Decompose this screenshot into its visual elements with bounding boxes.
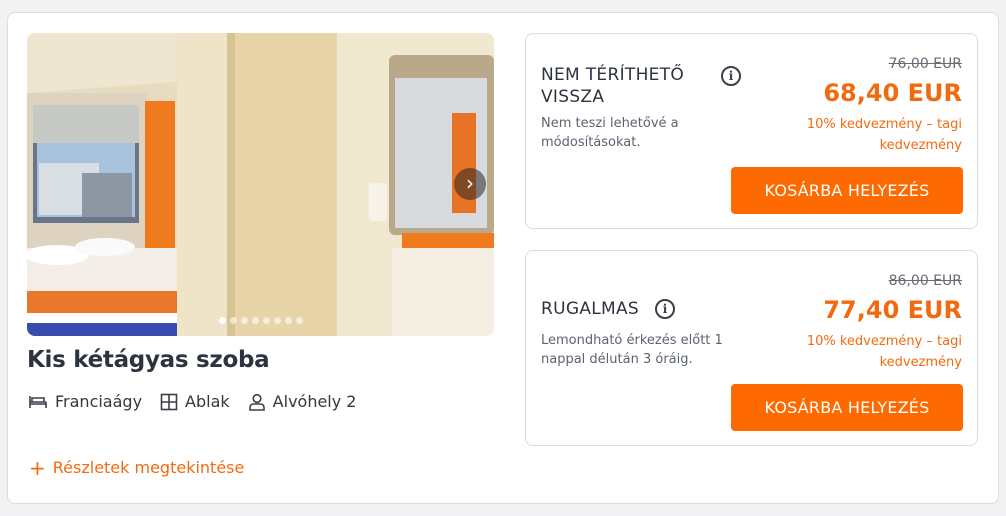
add-to-cart-button[interactable]: KOSÁRBA HELYEZÉS: [731, 384, 963, 431]
rate-name-line2: VISSZA: [541, 87, 605, 107]
view-details-label: Részletek megtekintése: [52, 458, 245, 477]
room-photo[interactable]: [27, 33, 494, 336]
discount-line2: kedvezmény: [879, 355, 962, 370]
gallery-dot[interactable]: [218, 317, 226, 324]
discounted-price: 68,40 EUR: [823, 79, 962, 107]
amenity-sleeps: Alvóhely 2: [248, 392, 357, 411]
amenity-bed: Franciaágy: [28, 392, 142, 411]
amenities-list: Franciaágy Ablak Alvóhely 2: [28, 392, 374, 411]
bed-icon: [29, 395, 47, 408]
amenity-label: Franciaágy: [55, 392, 143, 411]
rate-description: Nem teszi lehetővé a módosításokat.: [541, 116, 679, 150]
discount-note: 10% kedvezmény – tagi kedvezmény: [762, 331, 962, 373]
gallery-dot[interactable]: [251, 317, 259, 324]
amenity-label: Ablak: [185, 392, 230, 411]
amenity-window: Ablak: [160, 392, 230, 411]
rate-name-line1: NEM TÉRÍTHETŐ: [541, 65, 685, 85]
view-details-link[interactable]: + Részletek megtekintése: [29, 455, 245, 480]
info-icon[interactable]: i: [655, 299, 675, 319]
rate-card-non-refundable: NEM TÉRÍTHETŐ VISSZA i Nem teszi lehetőv…: [525, 33, 978, 229]
room-title: Kis kétágyas szoba: [27, 347, 270, 373]
amenity-label: Alvóhely 2: [272, 392, 357, 411]
old-price: 76,00 EUR: [888, 56, 962, 72]
gallery-dot[interactable]: [262, 317, 270, 324]
gallery-dot[interactable]: [295, 317, 303, 324]
rate-card-flexible: RUGALMAS i Lemondható érkezés előtt 1 na…: [525, 250, 978, 446]
info-icon[interactable]: i: [721, 66, 741, 86]
discount-line1: 10% kedvezmény – tagi: [806, 334, 962, 349]
discount-note: 10% kedvezmény – tagi kedvezmény: [762, 114, 962, 156]
gallery-dot[interactable]: [240, 317, 248, 324]
old-price: 86,00 EUR: [888, 273, 962, 289]
plus-icon: +: [29, 455, 46, 480]
gallery-dots: [0, 317, 521, 324]
window-icon: [160, 393, 178, 410]
gallery-next-button[interactable]: ›: [454, 168, 486, 200]
discount-line2: kedvezmény: [879, 138, 962, 153]
room-photo-illustration: [27, 33, 494, 336]
person-icon: [248, 393, 265, 411]
rate-description: Lemondható érkezés előtt 1 nappal délutá…: [541, 333, 723, 367]
rate-name: NEM TÉRÍTHETŐ VISSZA: [541, 64, 684, 108]
gallery-dot[interactable]: [273, 317, 281, 324]
rate-name: RUGALMAS: [541, 299, 640, 319]
discounted-price: 77,40 EUR: [823, 296, 962, 324]
gallery-dot[interactable]: [229, 317, 237, 324]
discount-line1: 10% kedvezmény – tagi: [806, 117, 962, 132]
gallery-dot[interactable]: [284, 317, 292, 324]
add-to-cart-button[interactable]: KOSÁRBA HELYEZÉS: [731, 167, 963, 214]
